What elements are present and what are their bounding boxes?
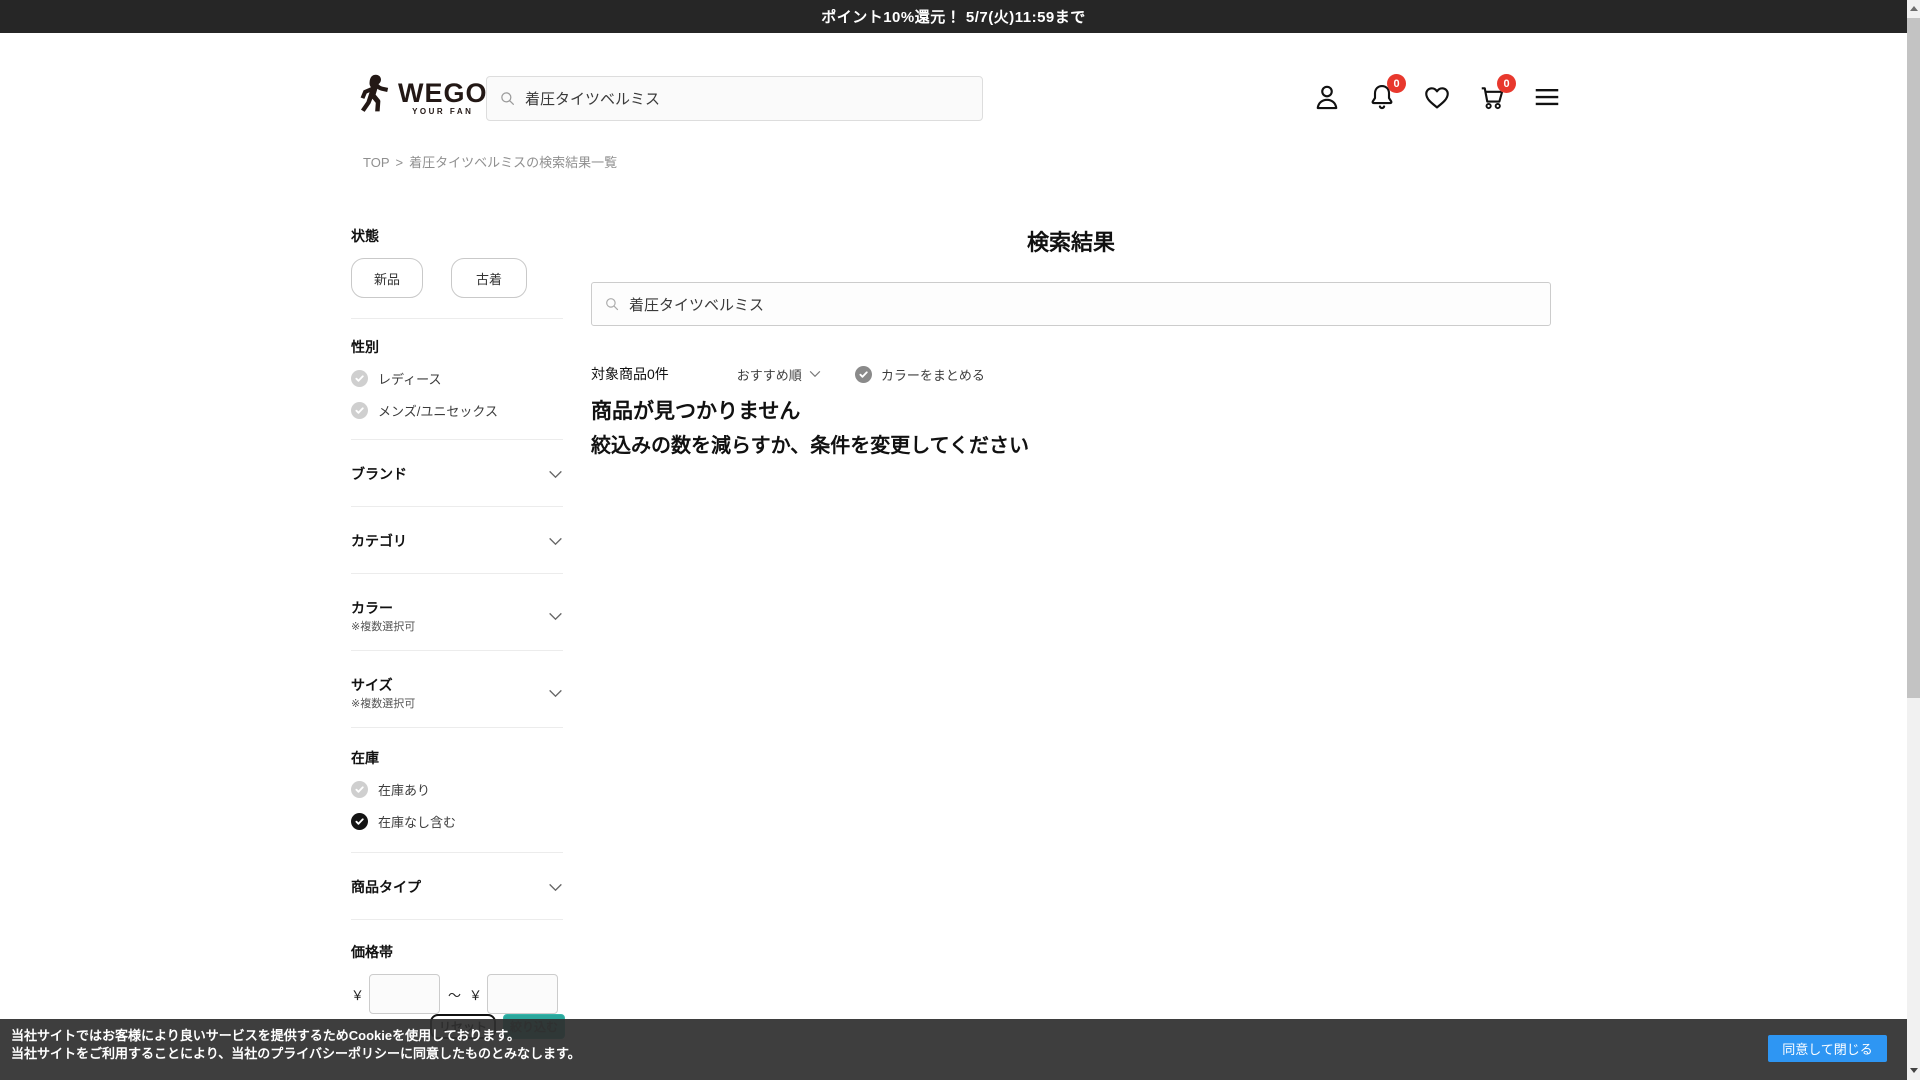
results-search[interactable] xyxy=(591,282,1551,326)
stock-option-label: 在庫なし含む xyxy=(378,812,456,831)
filter-stock-title: 在庫 xyxy=(351,748,563,768)
scrollbar-thumb[interactable] xyxy=(1907,18,1920,698)
empty-results-subtitle: 絞込みの数を減らすか、条件を変更してください xyxy=(591,433,1551,460)
result-count: 対象商品0件 xyxy=(591,364,669,384)
notifications-button[interactable]: 0 xyxy=(1366,81,1397,112)
filter-condition-title: 状態 xyxy=(351,226,563,246)
chevron-down-icon xyxy=(548,883,563,892)
promo-banner[interactable]: ポイント10%還元！ 5/7(火)11:59まで xyxy=(0,0,1907,33)
breadcrumb-separator: > xyxy=(396,155,404,170)
account-button[interactable] xyxy=(1311,81,1342,112)
cart-button[interactable]: 0 xyxy=(1476,81,1507,112)
header-search[interactable] xyxy=(486,76,983,121)
filter-section-size[interactable]: サイズ ※複数選択可 xyxy=(351,651,563,728)
chevron-down-icon xyxy=(548,612,563,621)
wego-mascot-icon xyxy=(356,73,392,123)
cookie-text-line1: 当社サイトではお客様により良いサービスを提供するためCookieを使用しておりま… xyxy=(11,1027,581,1045)
filter-section-category[interactable]: カテゴリ xyxy=(351,507,563,574)
page-title: 検索結果 xyxy=(591,228,1551,258)
stock-option-in-stock[interactable]: 在庫あり xyxy=(351,778,563,800)
breadcrumb-home-link[interactable]: TOP xyxy=(363,155,390,170)
wego-logo[interactable]: WEGO YOUR FAN xyxy=(356,73,488,123)
group-colors-toggle[interactable]: カラーをまとめる xyxy=(855,365,985,384)
price-max-input[interactable] xyxy=(487,974,558,1014)
gender-option-mens-unisex[interactable]: メンズ/ユニセックス xyxy=(351,399,563,421)
results-meta-row: 対象商品0件 おすすめ順 カラーをまとめる xyxy=(591,364,1551,384)
filter-price-title: 価格帯 xyxy=(351,942,563,962)
chevron-down-icon xyxy=(548,689,563,698)
search-icon xyxy=(604,296,620,312)
menu-button[interactable] xyxy=(1531,81,1562,112)
cookie-consent-banner: 当社サイトではお客様により良いサービスを提供するためCookieを使用しておりま… xyxy=(0,1019,1907,1080)
gender-option-label: レディース xyxy=(378,369,441,388)
filter-size-title: サイズ xyxy=(351,675,415,695)
promo-banner-text: ポイント10%還元！ 5/7(火)11:59まで xyxy=(821,6,1086,27)
wego-logo-name: WEGO xyxy=(398,80,488,106)
page: ポイント10%還元！ 5/7(火)11:59まで WEGO YOUR FAN xyxy=(0,0,1920,1080)
scrollbar-down-arrow-icon[interactable] xyxy=(1910,1068,1918,1073)
filter-sidebar: 状態 新品 古着 性別 レディース メンズ/ユニセックス ブランド xyxy=(351,226,563,1014)
filter-section-product-type[interactable]: 商品タイプ xyxy=(351,853,563,920)
condition-new-button[interactable]: 新品 xyxy=(351,258,423,298)
filter-section-gender: 性別 レディース メンズ/ユニセックス xyxy=(351,319,563,440)
check-circle-icon xyxy=(351,402,368,419)
wego-logo-tagline: YOUR FAN xyxy=(412,107,473,116)
chevron-down-icon xyxy=(809,370,821,378)
filter-color-note: ※複数選択可 xyxy=(351,620,415,634)
gender-option-ladies[interactable]: レディース xyxy=(351,367,563,389)
breadcrumb: TOP > 着圧タイツベルミスの検索結果一覧 xyxy=(363,152,617,171)
gender-option-label: メンズ/ユニセックス xyxy=(378,401,498,420)
stock-option-label: 在庫あり xyxy=(378,780,430,799)
notification-count-badge: 0 xyxy=(1387,74,1406,93)
empty-results-message: 商品が見つかりません 絞込みの数を減らすか、条件を変更してください xyxy=(591,398,1551,460)
search-results-main: 検索結果 対象商品0件 おすすめ順 カラーをまとめる xyxy=(591,228,1551,460)
header-icon-group: 0 0 xyxy=(1311,81,1562,112)
filter-size-note: ※複数選択可 xyxy=(351,697,415,711)
search-icon xyxy=(499,90,516,107)
filter-brand-title: ブランド xyxy=(351,464,407,484)
scrollbar-up-arrow-icon[interactable] xyxy=(1910,6,1918,11)
cart-count-badge: 0 xyxy=(1497,74,1516,93)
filter-section-condition: 状態 新品 古着 xyxy=(351,226,563,319)
price-range-separator: ～ xyxy=(448,985,461,1004)
group-colors-label: カラーをまとめる xyxy=(881,365,985,384)
stock-option-include-out-of-stock[interactable]: 在庫なし含む xyxy=(351,810,563,832)
wego-logo-text: WEGO YOUR FAN xyxy=(398,80,488,116)
condition-used-button[interactable]: 古着 xyxy=(451,258,527,298)
check-circle-icon-selected xyxy=(351,813,368,830)
privacy-policy-link[interactable]: プライバシーポリシー xyxy=(270,1046,400,1061)
wishlist-button[interactable] xyxy=(1421,81,1452,112)
empty-results-title: 商品が見つかりません xyxy=(591,398,1551,426)
menu-icon xyxy=(1532,82,1562,112)
user-icon xyxy=(1312,82,1342,112)
chevron-down-icon xyxy=(548,470,563,479)
check-circle-icon xyxy=(351,370,368,387)
header-search-input[interactable] xyxy=(525,90,970,107)
wishlist-heart-icon xyxy=(1422,82,1452,112)
yen-symbol: ￥ xyxy=(469,985,482,1004)
filter-section-color[interactable]: カラー ※複数選択可 xyxy=(351,574,563,651)
filter-section-stock: 在庫 在庫あり 在庫なし含む xyxy=(351,728,563,853)
check-circle-icon xyxy=(351,781,368,798)
site-header: WEGO YOUR FAN xyxy=(0,33,1907,113)
filter-section-brand[interactable]: ブランド xyxy=(351,440,563,507)
breadcrumb-current: 着圧タイツベルミスの検索結果一覧 xyxy=(409,155,617,170)
filter-color-title: カラー xyxy=(351,598,415,618)
filter-section-price: 価格帯 ￥ ～ ￥ xyxy=(351,920,563,1014)
price-min-input[interactable] xyxy=(369,974,440,1014)
cookie-text-line2: 当社サイトをご利用することにより、当社のプライバシーポリシーに同意したものとみな… xyxy=(11,1045,581,1063)
cookie-consent-text: 当社サイトではお客様により良いサービスを提供するためCookieを使用しておりま… xyxy=(11,1027,581,1063)
filter-gender-title: 性別 xyxy=(351,337,563,357)
results-search-input[interactable] xyxy=(629,296,1538,313)
filter-category-title: カテゴリ xyxy=(351,531,407,551)
filter-product-type-title: 商品タイプ xyxy=(351,877,421,897)
cookie-accept-button[interactable]: 同意して閉じる xyxy=(1768,1035,1887,1062)
sort-dropdown[interactable]: おすすめ順 xyxy=(737,365,821,384)
chevron-down-icon xyxy=(548,537,563,546)
check-circle-icon-selected xyxy=(855,366,872,383)
yen-symbol: ￥ xyxy=(351,985,364,1004)
sort-label: おすすめ順 xyxy=(737,365,802,384)
vertical-scrollbar[interactable] xyxy=(1907,0,1920,1080)
